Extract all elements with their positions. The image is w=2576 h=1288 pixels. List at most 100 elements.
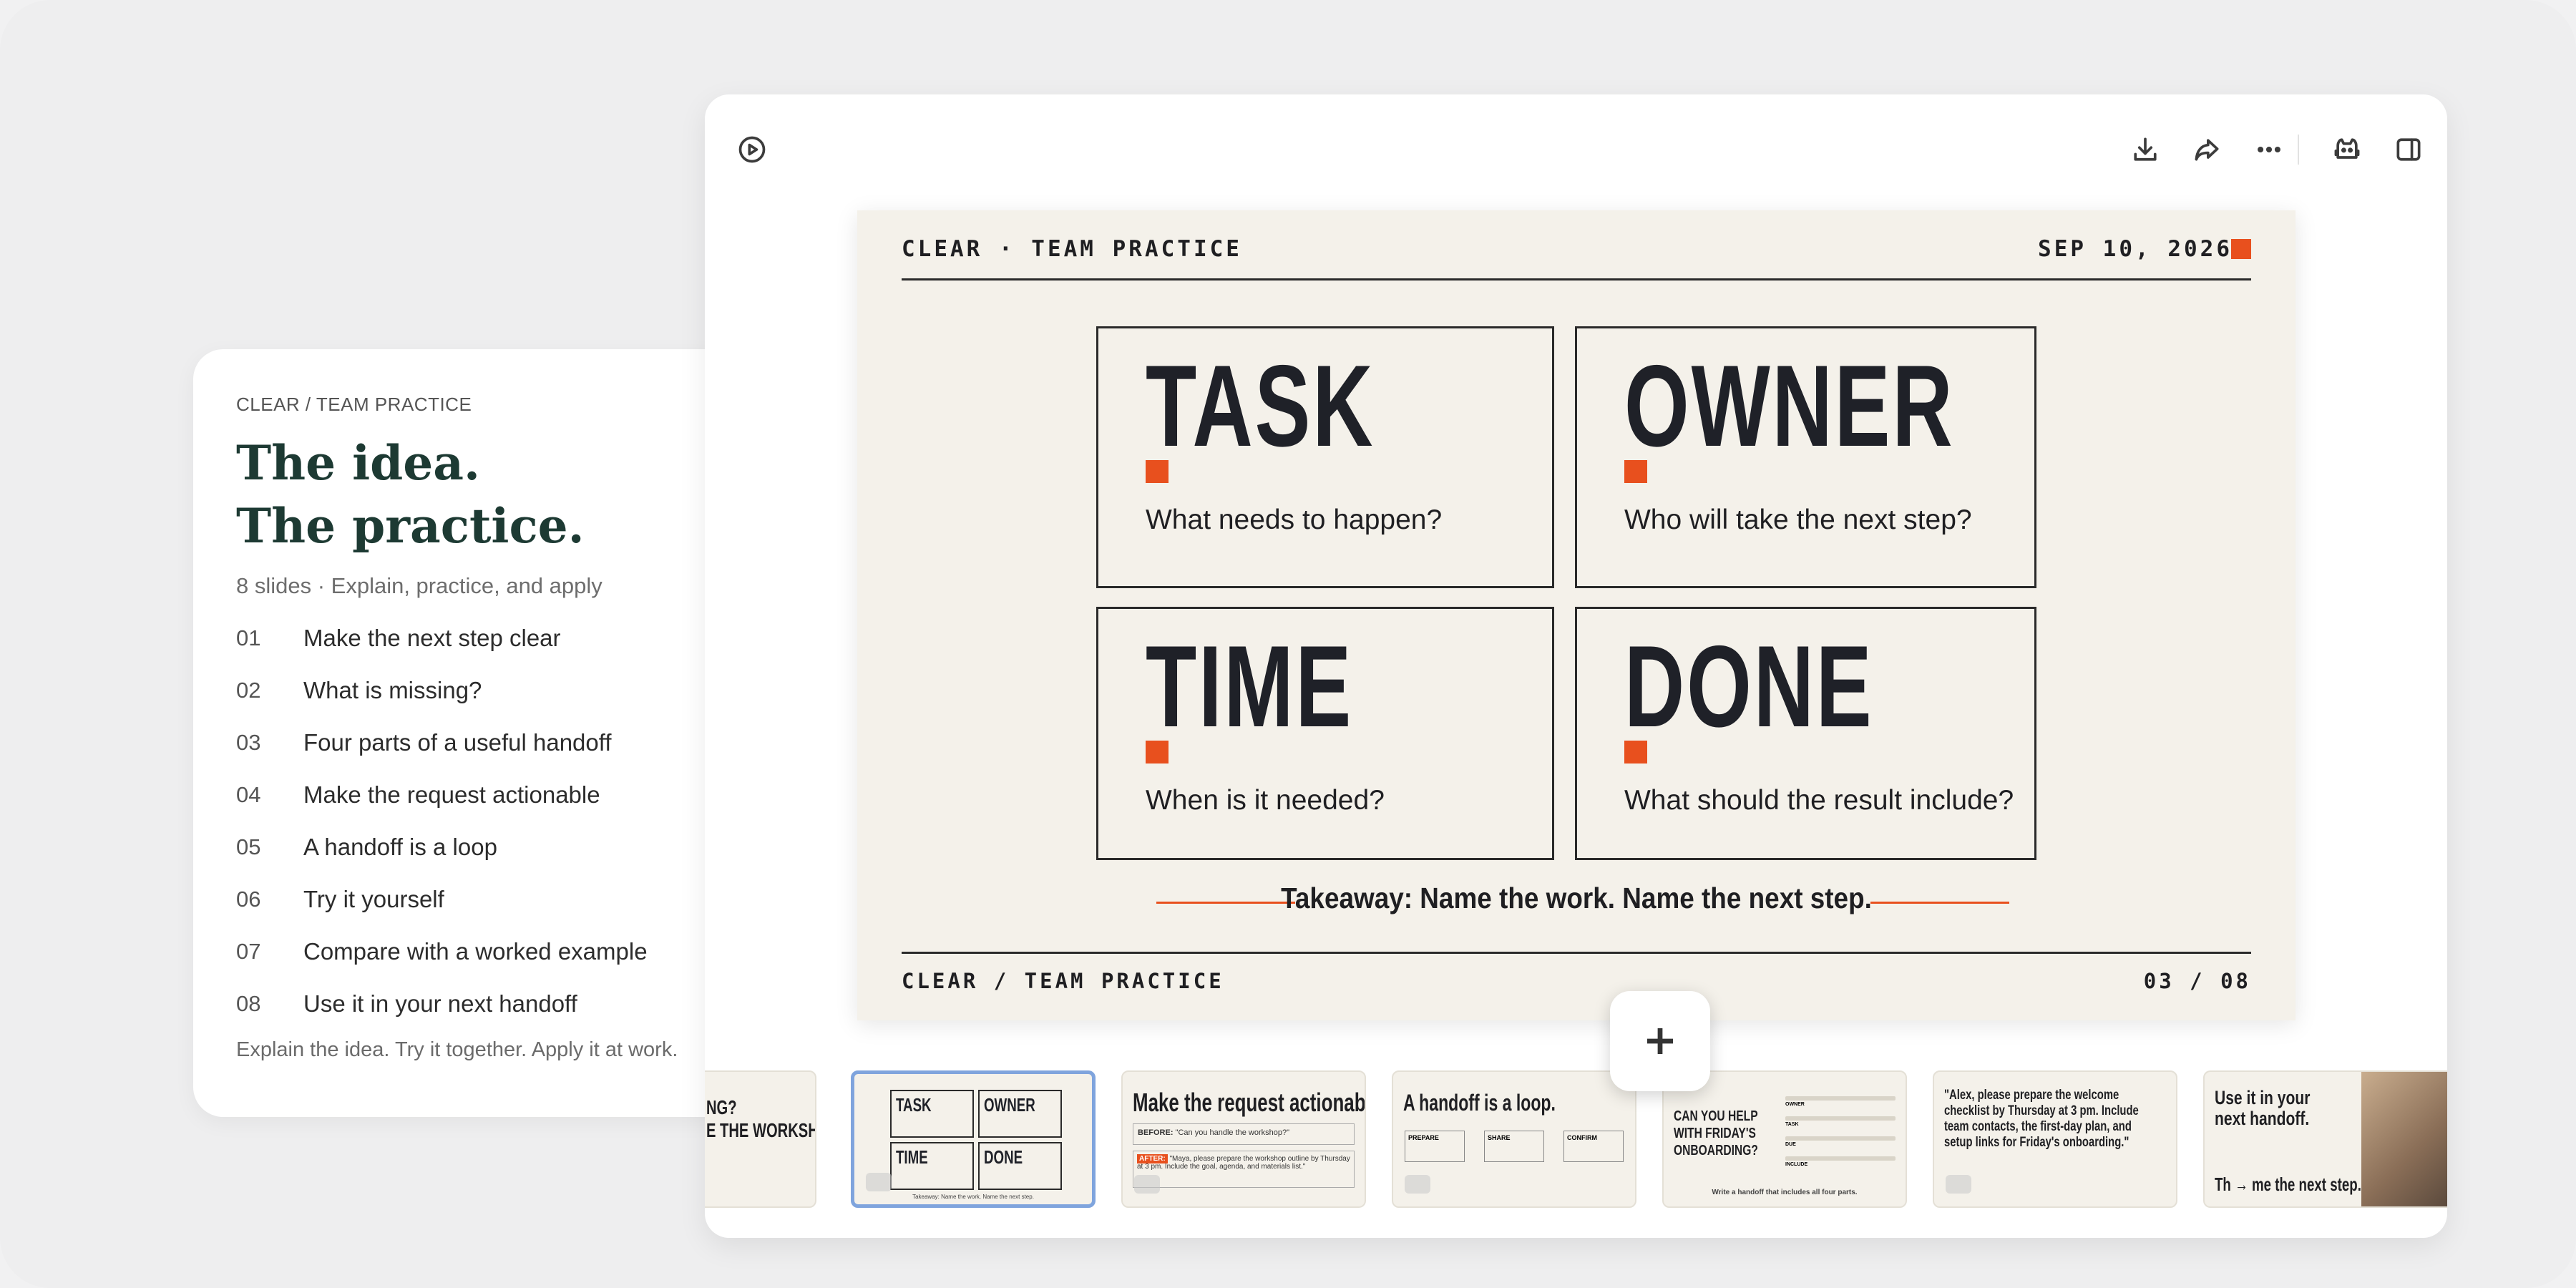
thumbnail-slide-7[interactable]: "Alex, please prepare the welcome checkl… — [1933, 1070, 2177, 1208]
thumb-before-text: "Can you handle the workshop?" — [1175, 1128, 1290, 1137]
outline-item[interactable]: 05 A handoff is a loop — [236, 821, 737, 873]
thumb-rows: OWNER TASK DUE INCLUDE — [1785, 1091, 1896, 1167]
outline-item[interactable]: 07 Compare with a worked example — [236, 925, 737, 977]
thumb-photo — [2361, 1072, 2447, 1206]
thumb-before: BEFORE: "Can you handle the workshop?" — [1133, 1123, 1355, 1145]
thumb-cell: TIME — [890, 1142, 974, 1190]
thumb-row: INCLUDE — [1785, 1156, 1896, 1167]
box-word: OWNER — [1624, 341, 1955, 471]
more-options-button[interactable] — [2243, 123, 2296, 176]
outline-item[interactable]: 02 What is missing? — [236, 664, 737, 716]
thumb-caption: Takeaway: Name the work. Name the next s… — [912, 1194, 1034, 1200]
thumb-row: TASK — [1785, 1116, 1896, 1127]
thumbnail-slide-6[interactable]: CAN YOU HELP WITH FRIDAY'S ONBOARDING? O… — [1662, 1070, 1907, 1208]
outline-item-number: 04 — [236, 781, 261, 807]
thumb-step: SHARE — [1484, 1131, 1544, 1162]
outline-item-label: Four parts of a useful handoff — [303, 728, 612, 756]
add-slide-button[interactable] — [1610, 991, 1710, 1091]
thumb-cell-word: OWNER — [984, 1094, 1035, 1116]
thumb-after-text: "Maya, please prepare the workshop outli… — [1137, 1155, 1350, 1171]
thumb-badge — [1946, 1175, 1971, 1194]
done-box[interactable]: DONE What should the result include? — [1575, 607, 2036, 860]
presentation-window: CLEAR · TEAM PRACTICE SEP 10, 2026 TASK … — [705, 94, 2447, 1238]
toolbar-divider — [2298, 135, 2299, 165]
thumbnail-slide-8[interactable]: Use it in your next handoff. Th → me the… — [2203, 1070, 2447, 1208]
outline-meta: 8 slides · Explain, practice, and apply — [236, 573, 602, 598]
outline-item-number: 06 — [236, 886, 261, 912]
plus-icon — [1647, 1028, 1673, 1054]
play-button[interactable] — [726, 123, 779, 176]
box-question: What needs to happen? — [1146, 504, 1443, 535]
outline-item[interactable]: 01 Make the next step clear — [236, 612, 737, 664]
owner-box[interactable]: OWNER Who will take the next step? — [1575, 326, 2036, 588]
share-button[interactable] — [2180, 123, 2233, 176]
outline-item-number: 07 — [236, 938, 261, 964]
sidebar-toggle-icon — [2396, 138, 2421, 161]
thumbnail-slide-4[interactable]: Make the request actionable. BEFORE: "Ca… — [1121, 1070, 1366, 1208]
thumb-row: DUE — [1785, 1136, 1896, 1147]
box-question: When is it needed? — [1146, 785, 1385, 816]
outline-panel: CLEAR / TEAM PRACTICE The idea. The prac… — [193, 349, 737, 1117]
outline-footer: Explain the idea. Try it together. Apply… — [236, 1038, 678, 1061]
outline-item-number: 01 — [236, 625, 261, 650]
thumb-title: A handoff is a loop. — [1403, 1090, 1556, 1116]
thumb-row: OWNER — [1785, 1096, 1896, 1107]
thumb-cell: TASK — [890, 1090, 974, 1138]
thumb-cell-word: TASK — [896, 1094, 932, 1116]
thumb-cell: DONE — [978, 1142, 1062, 1190]
thumbnail-slide-5[interactable]: A handoff is a loop. PREPARE SHARE CONFI… — [1392, 1070, 1636, 1208]
outline-item-label: Make the request actionable — [303, 781, 600, 808]
box-word: TASK — [1146, 341, 1375, 471]
outline-list: 01 Make the next step clear 02 What is mis… — [236, 612, 737, 1030]
takeaway-text: Takeaway: Name the work. Name the next s… — [1281, 882, 1872, 914]
outline-title: The idea. The practice. — [236, 431, 737, 557]
thumbnail-slide-3[interactable]: TASK OWNER TIME DONE Takeaway: Name the … — [851, 1070, 1096, 1208]
outline-item-number: 02 — [236, 677, 261, 703]
task-box[interactable]: TASK What needs to happen? — [1096, 326, 1554, 588]
slide-page-number: 03 / 08 — [2143, 969, 2251, 993]
box-word: TIME — [1146, 622, 1354, 751]
thumb-row-label: INCLUDE — [1785, 1162, 1808, 1167]
download-icon — [2134, 137, 2157, 161]
assistant-icon — [2334, 138, 2360, 159]
outline-kicker: CLEAR / TEAM PRACTICE — [236, 394, 472, 415]
outline-item-label: What is missing? — [303, 676, 482, 703]
outline-item-number: 05 — [236, 834, 261, 859]
outline-item-number: 08 — [236, 990, 261, 1016]
outline-item[interactable]: 06 Try it yourself — [236, 873, 737, 925]
outline-item-label: Use it in your next handoff — [303, 990, 577, 1017]
more-horizontal-icon — [2258, 146, 2280, 153]
thumb-badge — [1134, 1175, 1160, 1194]
thumb-title-line: E THE WORKSHOP?" — [706, 1119, 815, 1141]
app-canvas: CLEAR / TEAM PRACTICE The idea. The prac… — [0, 0, 2576, 1288]
thumb-caption: Write a handoff that includes all four p… — [1712, 1189, 1858, 1196]
thumb-title: NG? E THE WORKSHOP?" — [706, 1096, 815, 1142]
box-word: DONE — [1624, 622, 1874, 751]
thumb-grid: TASK OWNER TIME DONE — [890, 1090, 1062, 1190]
thumb-step: PREPARE — [1405, 1131, 1465, 1162]
outline-item-label: A handoff is a loop — [303, 833, 497, 860]
download-button[interactable] — [2119, 123, 2172, 176]
time-box[interactable]: TIME When is it needed? — [1096, 607, 1554, 860]
thumb-steps: PREPARE SHARE CONFIRM — [1405, 1131, 1624, 1162]
takeaway-rule-right — [1870, 902, 2009, 904]
outline-item-label: Make the next step clear — [303, 624, 561, 651]
slide-footer-rule — [902, 952, 2251, 954]
sidebar-toggle-button[interactable] — [2382, 123, 2435, 176]
outline-item-number: 03 — [236, 729, 261, 755]
thumb-step: CONFIRM — [1563, 1131, 1624, 1162]
slide-header-brand: CLEAR · TEAM PRACTICE — [902, 236, 1242, 262]
outline-item[interactable]: 08 Use it in your next handoff — [236, 977, 737, 1030]
outline-item[interactable]: 04 Make the request actionable — [236, 769, 737, 821]
thumbnail-slide-2[interactable]: NG? E THE WORKSHOP?" — [705, 1070, 816, 1208]
assistant-button[interactable] — [2321, 123, 2373, 176]
outline-title-line-2: The practice. — [236, 498, 585, 554]
thumb-footer-text: Th → me the next step. — [2215, 1174, 2361, 1195]
thumb-cell: OWNER — [978, 1090, 1062, 1138]
thumb-before-label: BEFORE: — [1138, 1128, 1174, 1137]
current-slide[interactable]: CLEAR · TEAM PRACTICE SEP 10, 2026 TASK … — [857, 210, 2296, 1020]
thumb-after: AFTER: "Maya, please prepare the worksho… — [1133, 1151, 1355, 1188]
thumb-row-label: DUE — [1785, 1142, 1796, 1147]
thumb-title-line: NG? — [706, 1096, 737, 1118]
outline-item[interactable]: 03 Four parts of a useful handoff — [236, 716, 737, 769]
